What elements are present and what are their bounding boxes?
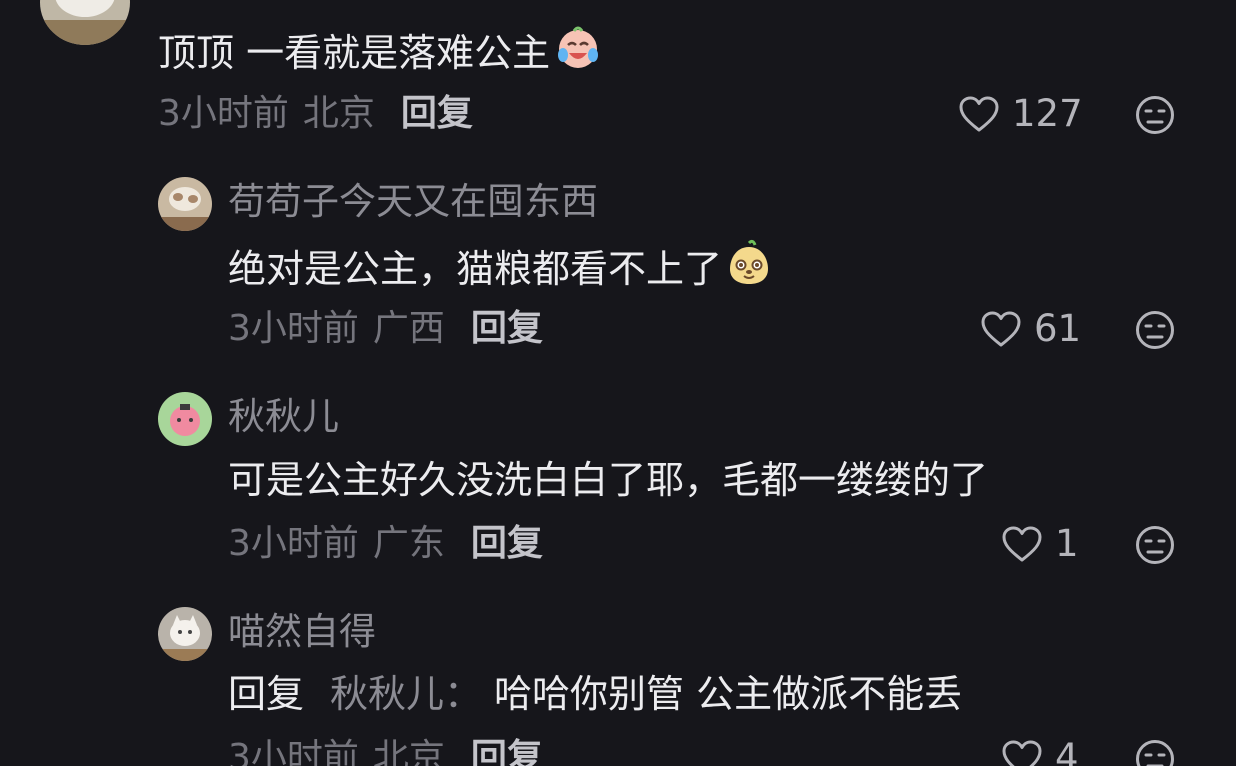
unamused-face-icon <box>1136 311 1174 349</box>
location: 广东 <box>372 523 445 564</box>
unamused-face-icon <box>1136 526 1174 564</box>
avatar[interactable] <box>158 607 212 661</box>
comment-text: 顶顶 一看就是落难公主 <box>158 23 602 83</box>
reply-button[interactable]: 回复 <box>401 92 473 136</box>
reply-button[interactable]: 回复 <box>471 522 543 566</box>
location: 北京 <box>302 93 375 134</box>
dislike-button[interactable] <box>1135 525 1175 569</box>
comment-meta: 3小时前 北京 回复 <box>228 736 543 766</box>
heart-outline-icon <box>1002 740 1042 766</box>
username[interactable]: 苟苟子今天又在囤东西 <box>228 180 598 224</box>
heart-outline-icon <box>959 96 999 132</box>
reply-colon: ： <box>444 672 483 716</box>
like-count: 127 <box>1012 92 1083 135</box>
heart-outline-icon <box>981 311 1021 347</box>
like-button[interactable]: 4 <box>1001 736 1079 766</box>
comment-thread: 顶顶 一看就是落难公主 3小时前 北京 回复 127 苟苟子今天又在囤东西 绝对… <box>0 0 1236 766</box>
location: 广西 <box>372 308 445 349</box>
username[interactable]: 秋秋儿 <box>228 395 339 439</box>
like-count: 61 <box>1034 307 1082 350</box>
timestamp: 3小时前 <box>228 523 359 564</box>
like-button[interactable]: 61 <box>980 307 1081 351</box>
like-button[interactable]: 1 <box>1001 522 1079 566</box>
avatar[interactable] <box>158 177 212 231</box>
crying-laughing-emoji <box>554 23 602 83</box>
comment-meta: 3小时前 广西 回复 <box>228 307 543 351</box>
comment-text: 回复 秋秋儿 ： 哈哈你别管 公主做派不能丢 <box>228 669 962 719</box>
like-button[interactable]: 127 <box>958 92 1083 136</box>
timestamp: 3小时前 <box>228 308 359 349</box>
comment-text: 绝对是公主，猫粮都看不上了 <box>228 239 772 299</box>
smug-face-emoji <box>726 239 772 299</box>
dislike-button[interactable] <box>1135 95 1175 139</box>
reply-target-username[interactable]: 秋秋儿 <box>330 669 444 719</box>
avatar[interactable] <box>40 0 130 45</box>
reply-prefix: 回复 <box>228 672 305 716</box>
reply-button[interactable]: 回复 <box>471 736 543 766</box>
reply-button[interactable]: 回复 <box>471 307 543 351</box>
location: 北京 <box>372 737 445 766</box>
unamused-face-icon <box>1136 740 1174 766</box>
heart-outline-icon <box>1002 526 1042 562</box>
avatar[interactable] <box>158 392 212 446</box>
like-count: 4 <box>1055 736 1079 766</box>
comment-meta: 3小时前 北京 回复 <box>158 92 473 136</box>
like-count: 1 <box>1055 522 1079 565</box>
username[interactable]: 喵然自得 <box>228 610 376 654</box>
dislike-button[interactable] <box>1135 739 1175 766</box>
unamused-face-icon <box>1136 96 1174 134</box>
dislike-button[interactable] <box>1135 310 1175 354</box>
timestamp: 3小时前 <box>228 737 359 766</box>
comment-text: 可是公主好久没洗白白了耶，毛都一缕缕的了 <box>228 458 989 502</box>
comment-meta: 3小时前 广东 回复 <box>228 522 543 566</box>
timestamp: 3小时前 <box>158 93 289 134</box>
